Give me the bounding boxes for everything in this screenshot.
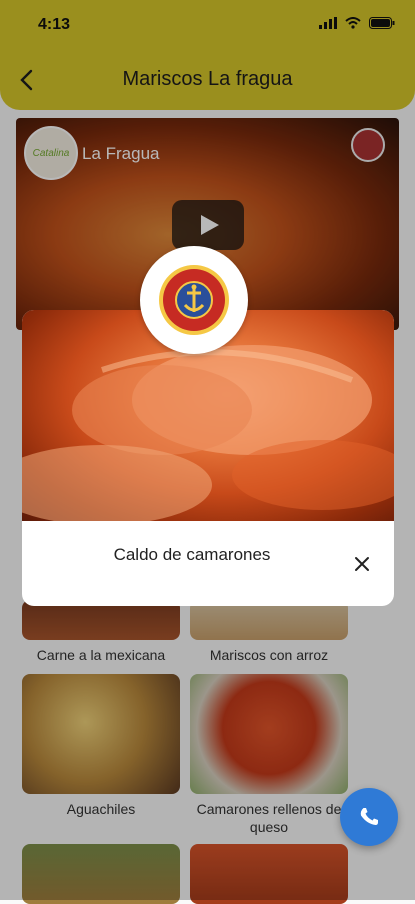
anchor-logo-icon bbox=[159, 265, 229, 335]
restaurant-logo-badge bbox=[140, 246, 248, 354]
phone-icon bbox=[360, 808, 378, 825]
dish-dialog: Caldo de camarones bbox=[22, 310, 394, 606]
call-button[interactable] bbox=[340, 788, 398, 846]
dish-caption: Caldo de camarones bbox=[113, 545, 271, 564]
close-icon[interactable] bbox=[352, 554, 372, 574]
